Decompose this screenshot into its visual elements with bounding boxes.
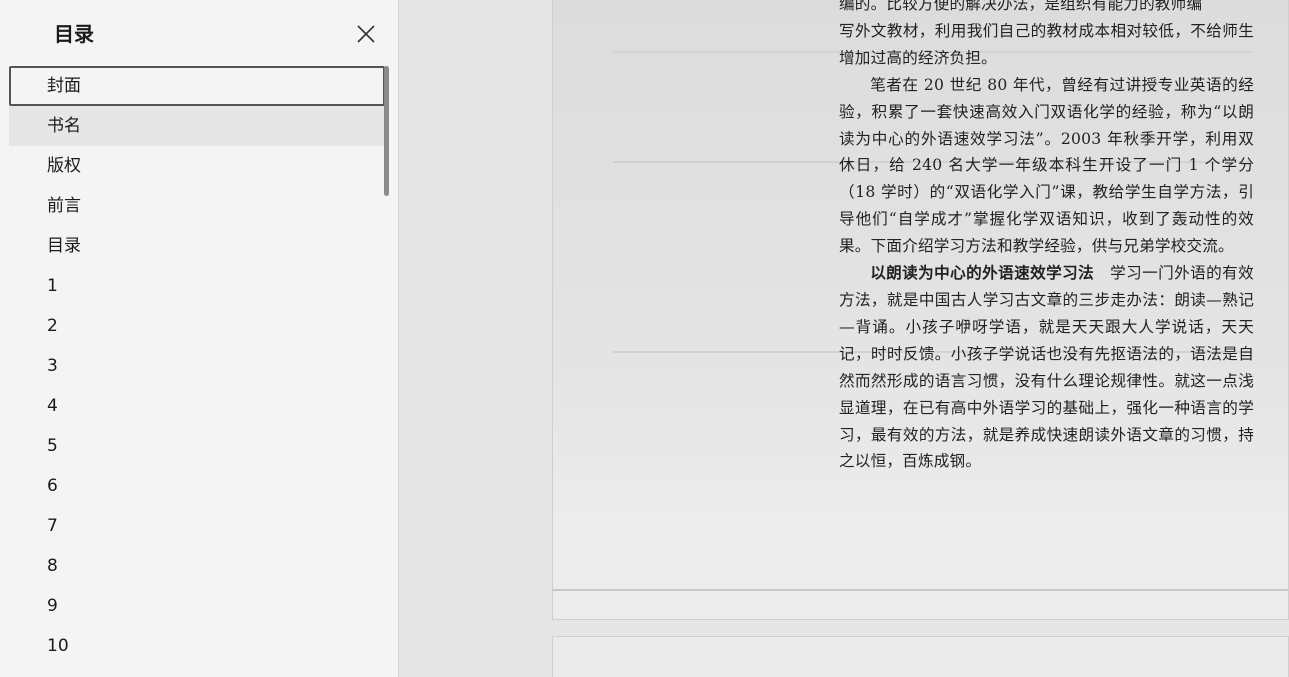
page-paragraph-2: 笔者在 20 世纪 80 年代，曾经有过讲授专业英语的经验，积累了一套快速高效入…	[839, 75, 1254, 256]
toc-title: 目录	[54, 22, 94, 46]
page-viewer[interactable]: 编的。比较方便的解决办法，是组织有能力的教师编 写外文教材，利用我们自己的教材成…	[400, 0, 1289, 677]
page-paragraph-3: 以朗读为中心的外语速效学习法 学习一门外语的有效方法，就是中国古人学习古文章的三…	[839, 260, 1254, 475]
toc-item-4[interactable]: 4	[9, 386, 385, 426]
toc-list: 封面 书名 版权 前言 目录 1 2 3 4 5 6 7 8 9 10	[9, 66, 385, 666]
page-paragraph-1: 写外文教材，利用我们自己的教材成本相对较低，不给师生增加过高的经济负担。	[839, 21, 1254, 67]
close-icon	[357, 25, 375, 43]
page-body-text: 编的。比较方便的解决办法，是组织有能力的教师编 写外文教材，利用我们自己的教材成…	[839, 0, 1254, 475]
toc-item-cover[interactable]: 封面	[9, 66, 385, 106]
toc-item-9[interactable]: 9	[9, 586, 385, 626]
section-body: 学习一门外语的有效方法，就是中国古人学习古文章的三步走办法：朗读—熟记—背诵。小…	[839, 264, 1254, 471]
toc-item-10[interactable]: 10	[9, 626, 385, 666]
toc-item-contents[interactable]: 目录	[9, 226, 385, 266]
toc-item-preface[interactable]: 前言	[9, 186, 385, 226]
toc-item-8[interactable]: 8	[9, 546, 385, 586]
toc-scrollbar[interactable]	[384, 66, 389, 196]
section-heading: 以朗读为中心的外语速效学习法	[870, 264, 1095, 283]
toc-item-6[interactable]: 6	[9, 466, 385, 506]
toc-panel: 目录 封面 书名 版权 前言 目录 1 2 3 4 5 6 7 8 9 10	[0, 0, 399, 677]
next-page	[552, 636, 1289, 677]
page-line-top: 编的。比较方便的解决办法，是组织有能力的教师编	[839, 0, 1203, 13]
page-scan: 编的。比较方便的解决办法，是组织有能力的教师编 写外文教材，利用我们自己的教材成…	[552, 0, 1289, 620]
toc-item-copyright[interactable]: 版权	[9, 146, 385, 186]
toc-item-7[interactable]: 7	[9, 506, 385, 546]
toc-item-5[interactable]: 5	[9, 426, 385, 466]
close-button[interactable]	[352, 20, 380, 48]
toc-item-3[interactable]: 3	[9, 346, 385, 386]
toc-item-1[interactable]: 1	[9, 266, 385, 306]
toc-item-2[interactable]: 2	[9, 306, 385, 346]
toc-item-book-title[interactable]: 书名	[9, 106, 385, 146]
